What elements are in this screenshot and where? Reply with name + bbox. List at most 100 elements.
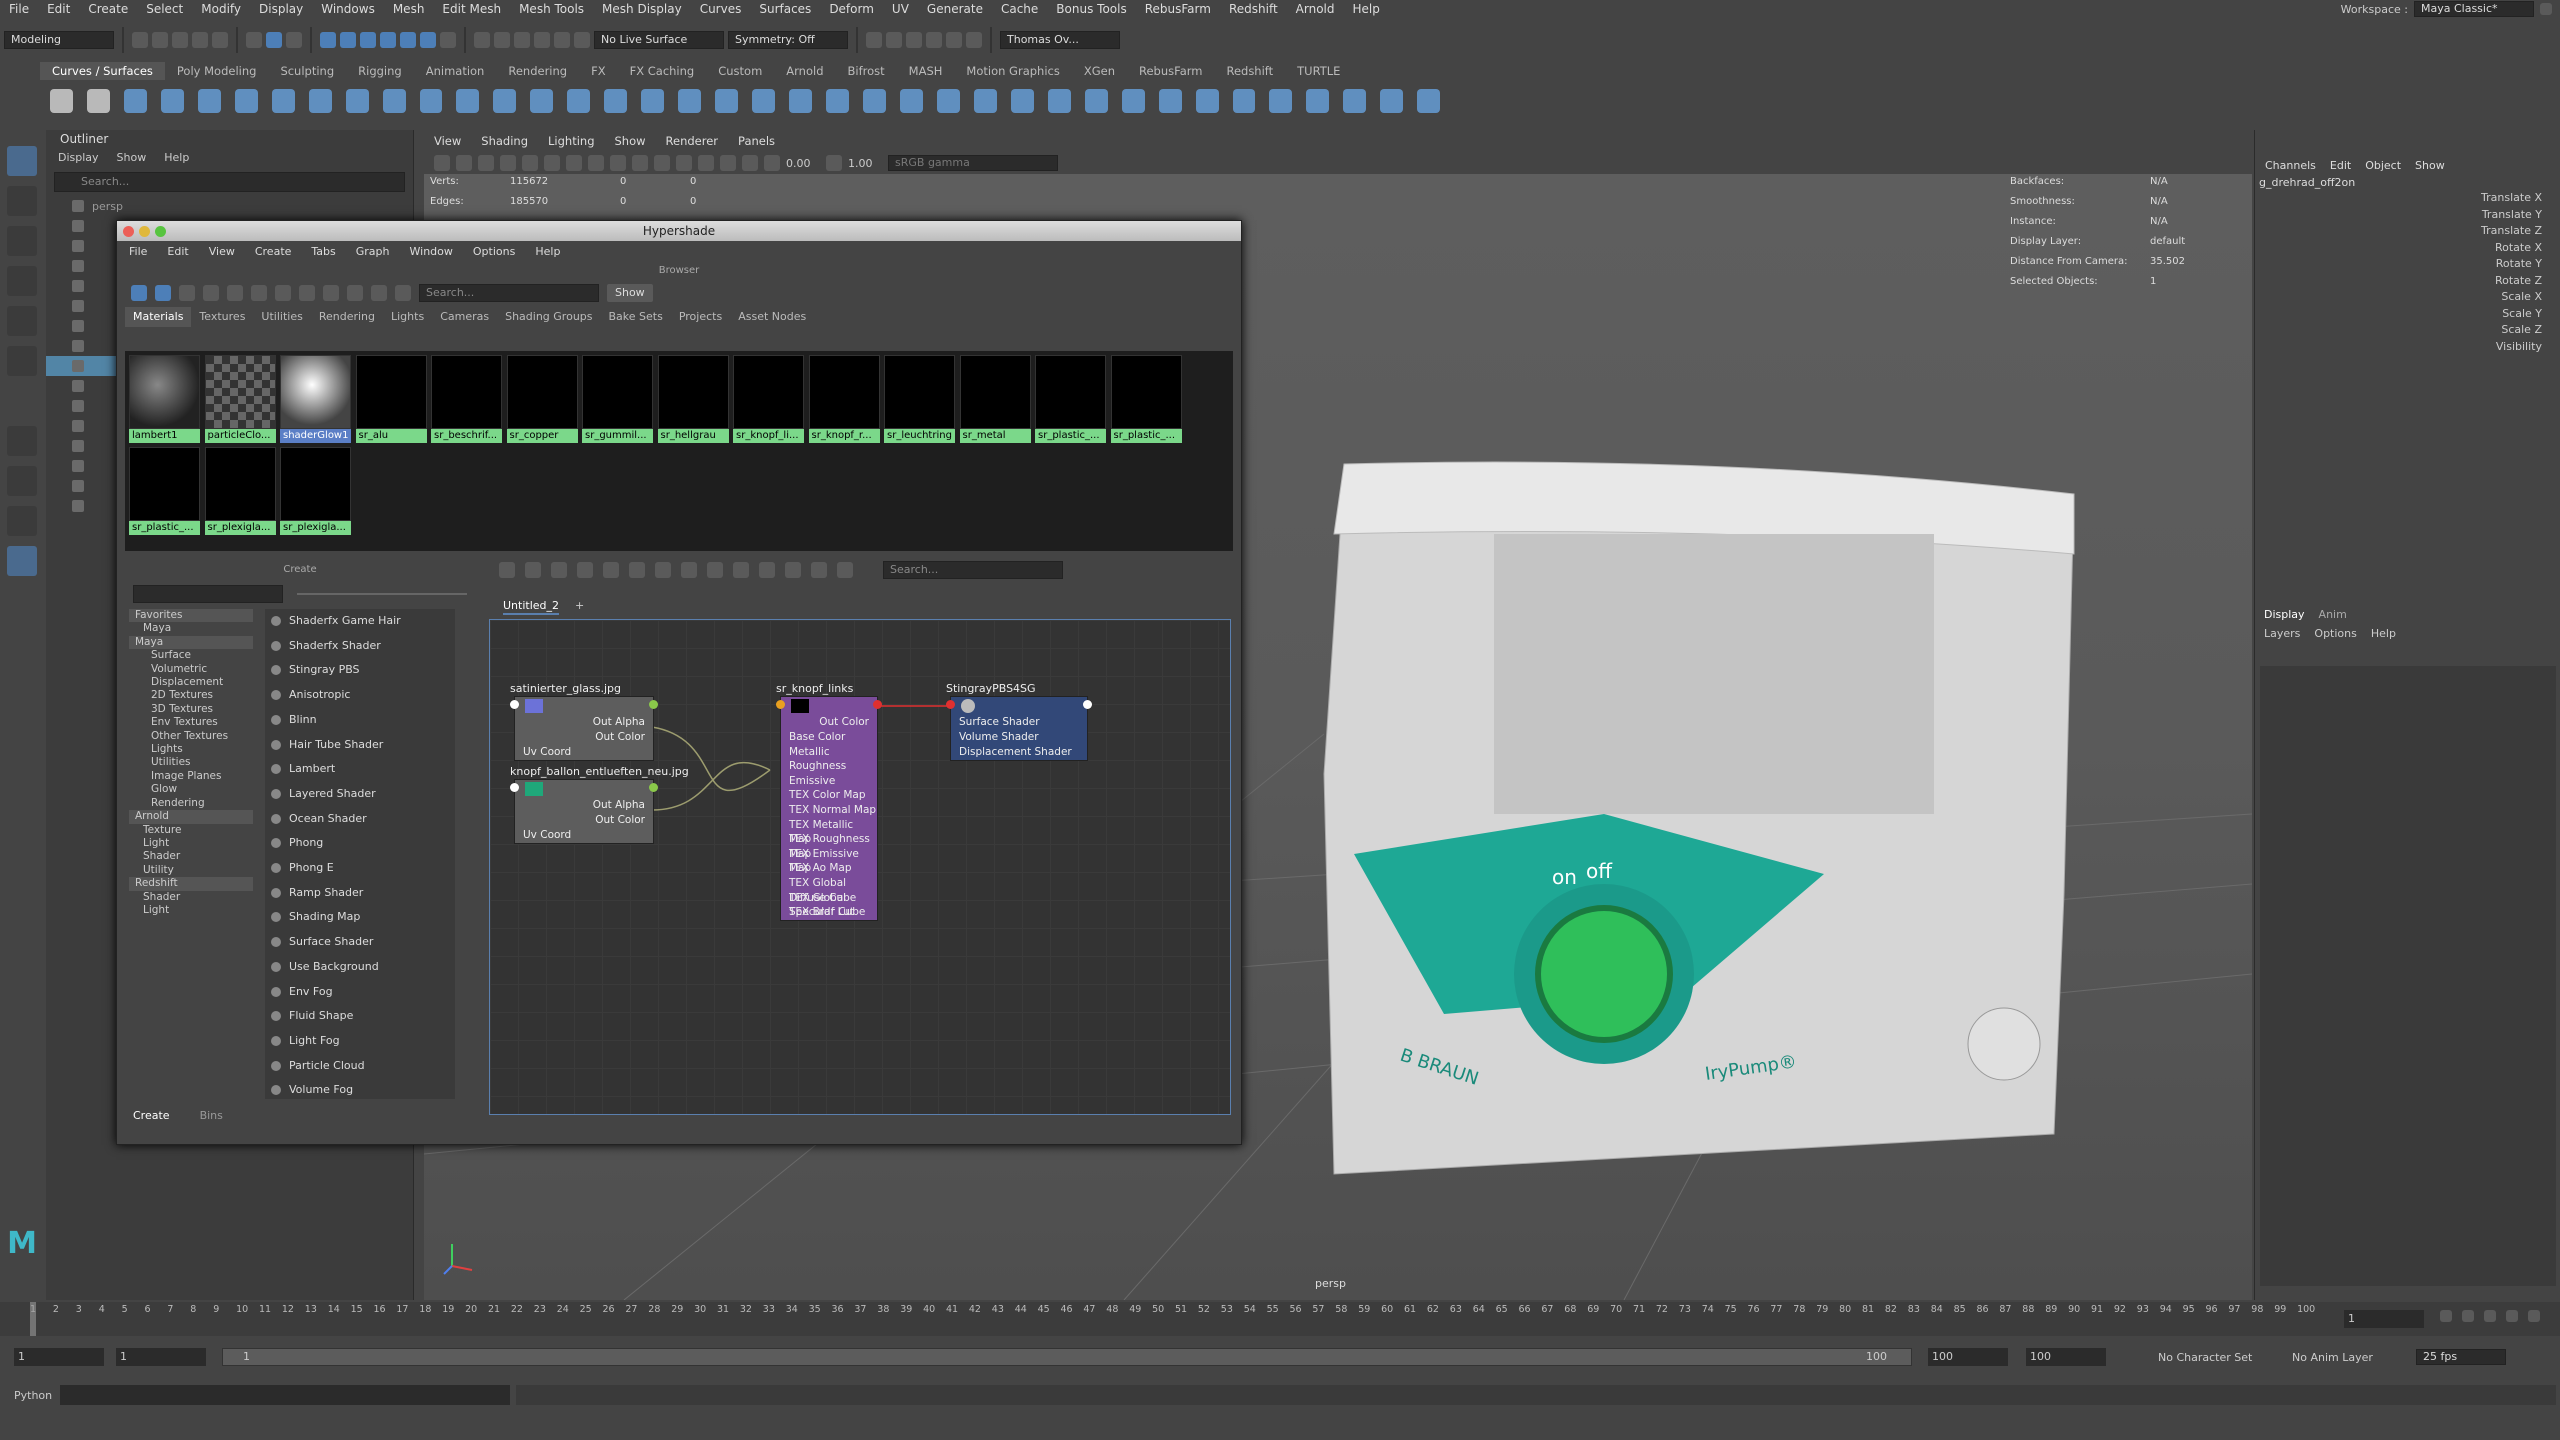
- menu-item[interactable]: UV: [883, 2, 918, 16]
- category-item[interactable]: Image Planes: [129, 770, 253, 783]
- shelf-tool-icon[interactable]: [1417, 89, 1441, 113]
- menu-item[interactable]: Windows: [312, 2, 384, 16]
- shelf-tool-icon[interactable]: [641, 89, 665, 113]
- port-surface-shader[interactable]: Surface Shader: [951, 715, 1087, 730]
- category-item[interactable]: 3D Textures: [129, 703, 253, 716]
- shelf-tool-icon[interactable]: [382, 89, 406, 113]
- shader-input-port[interactable]: Metallic: [781, 745, 877, 760]
- menu-item[interactable]: Edit Mesh: [433, 2, 510, 16]
- menu-item[interactable]: Bonus Tools: [1047, 2, 1135, 16]
- outliner-menu-show[interactable]: Show: [117, 148, 147, 168]
- settings-icon[interactable]: [2540, 3, 2552, 15]
- shelf-tool-icon[interactable]: [789, 89, 813, 113]
- node-type-item[interactable]: Blinn: [265, 708, 455, 733]
- select-tool-icon[interactable]: [7, 146, 37, 176]
- material-swatch[interactable]: sr_beschrif...: [431, 355, 502, 443]
- shelf-tab[interactable]: Animation: [414, 62, 497, 80]
- pick-mask-icon[interactable]: [420, 32, 436, 48]
- channel-attribute[interactable]: Scale Y: [2481, 306, 2542, 323]
- graph-input-icon[interactable]: [499, 562, 515, 578]
- node-type-item[interactable]: Env Fog: [265, 980, 455, 1005]
- browser-mode-icon[interactable]: [155, 285, 171, 301]
- category-item[interactable]: Surface: [129, 649, 253, 662]
- exposure-icon[interactable]: [764, 155, 780, 171]
- tab-display[interactable]: Display: [2264, 606, 2305, 624]
- shelf-tool-icon[interactable]: [271, 89, 295, 113]
- shelf-tool-icon[interactable]: [1343, 89, 1367, 113]
- shelf-tab[interactable]: Sculpting: [268, 62, 346, 80]
- material-swatch[interactable]: lambert1: [129, 355, 200, 443]
- category-item[interactable]: Utility: [129, 864, 253, 877]
- shelf-tool-icon[interactable]: [1232, 89, 1256, 113]
- graph-both-icon[interactable]: [551, 562, 567, 578]
- shader-input-port[interactable]: TEX Global Diffuse Cube: [781, 876, 877, 904]
- shelf-tool-icon[interactable]: [123, 89, 147, 113]
- shelf-tab[interactable]: XGen: [1072, 62, 1127, 80]
- category-item[interactable]: Other Textures: [129, 730, 253, 743]
- shader-input-port[interactable]: Emissive: [781, 774, 877, 789]
- step-back-icon[interactable]: [2484, 1310, 2496, 1322]
- material-swatch[interactable]: sr_gummil...: [582, 355, 653, 443]
- category-item[interactable]: Rendering: [129, 797, 253, 810]
- viewport-menu-item[interactable]: View: [434, 132, 461, 150]
- browser-tab[interactable]: Projects: [671, 307, 730, 327]
- shelf-tool-icon[interactable]: [86, 89, 110, 113]
- output-port[interactable]: [1083, 700, 1092, 709]
- node-type-item[interactable]: Ocean Shader: [265, 807, 455, 832]
- show-grid-icon[interactable]: [837, 562, 853, 578]
- menu-item[interactable]: Edit: [38, 2, 79, 16]
- search-icon[interactable]: [785, 562, 801, 578]
- browser-tab[interactable]: Rendering: [311, 307, 383, 327]
- channel-attribute[interactable]: Translate Z: [2481, 223, 2542, 240]
- material-swatch[interactable]: sr_plexigla...: [204, 447, 276, 535]
- lock-icon[interactable]: [440, 32, 456, 48]
- playback-start-field[interactable]: 1: [116, 1348, 206, 1366]
- icons-icon[interactable]: [203, 285, 219, 301]
- category-item[interactable]: Shader: [129, 891, 253, 904]
- image-plane-icon[interactable]: [500, 155, 516, 171]
- channel-menu-object[interactable]: Object: [2365, 156, 2401, 176]
- category-item[interactable]: Maya: [129, 622, 253, 635]
- layout-four-icon[interactable]: [7, 466, 37, 496]
- tab-create[interactable]: Create: [133, 1109, 170, 1122]
- shelf-tool-icon[interactable]: [493, 89, 517, 113]
- input-port[interactable]: [510, 700, 519, 709]
- shader-input-port[interactable]: TEX Emissive Map: [781, 847, 877, 875]
- shelf-tab[interactable]: Rigging: [346, 62, 414, 80]
- shelf-tool-icon[interactable]: [567, 89, 591, 113]
- port-out-color[interactable]: Out Color: [515, 730, 653, 745]
- channel-attribute[interactable]: Rotate X: [2481, 240, 2542, 257]
- shelf-tool-icon[interactable]: [197, 89, 221, 113]
- category-item[interactable]: Light: [129, 837, 253, 850]
- snap-curve-icon[interactable]: [494, 32, 510, 48]
- filter-icon[interactable]: [395, 285, 411, 301]
- material-swatch[interactable]: sr_hellgrau: [657, 355, 729, 443]
- select-object-icon[interactable]: [266, 32, 282, 48]
- channel-menu-show[interactable]: Show: [2415, 156, 2445, 176]
- move-tool-icon[interactable]: [7, 266, 37, 296]
- material-swatch[interactable]: sr_knopf_li...: [733, 355, 804, 443]
- shelf-tab[interactable]: Curves / Surfaces: [40, 62, 165, 80]
- open-scene-icon[interactable]: [152, 32, 168, 48]
- isolate-select-icon[interactable]: [720, 155, 736, 171]
- node-type-item[interactable]: Surface Shader: [265, 930, 455, 955]
- menu-item[interactable]: Surfaces: [750, 2, 820, 16]
- shelf-tool-icon[interactable]: [345, 89, 369, 113]
- port-displacement-shader[interactable]: Displacement Shader: [951, 745, 1087, 760]
- small-icons-icon[interactable]: [227, 285, 243, 301]
- paint-select-icon[interactable]: [7, 226, 37, 256]
- large-icons-icon[interactable]: [275, 285, 291, 301]
- port-out-alpha[interactable]: Out Alpha: [515, 715, 653, 730]
- symmetry-dropdown[interactable]: Symmetry: Off: [728, 31, 848, 49]
- new-scene-icon[interactable]: [132, 32, 148, 48]
- browser-tab[interactable]: Utilities: [253, 307, 310, 327]
- xray-icon[interactable]: [742, 155, 758, 171]
- material-swatch[interactable]: sr_copper: [506, 355, 578, 443]
- shelf-tab[interactable]: FX: [579, 62, 618, 80]
- material-swatch[interactable]: shaderGlow1: [280, 355, 351, 443]
- browser-tab[interactable]: Cameras: [432, 307, 497, 327]
- shader-input-port[interactable]: Roughness: [781, 759, 877, 774]
- input-port[interactable]: [776, 700, 785, 709]
- wireframe-icon[interactable]: [588, 155, 604, 171]
- shader-input-port[interactable]: TEX Brdf Lut: [781, 905, 877, 920]
